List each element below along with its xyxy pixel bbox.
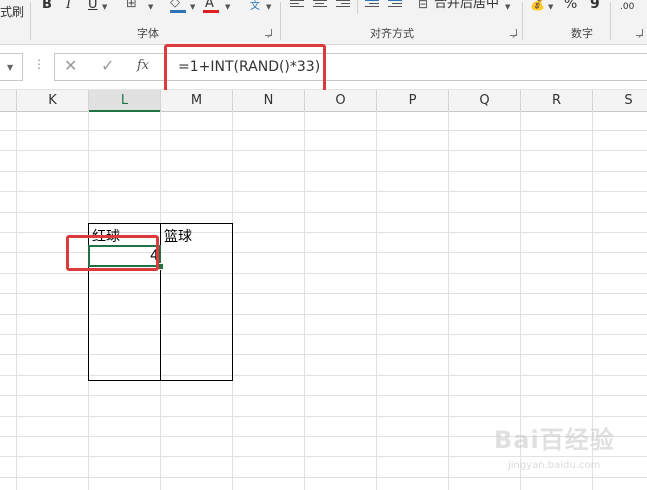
group-label-font: 字体 bbox=[137, 27, 159, 40]
enter-icon[interactable]: ✓ bbox=[101, 56, 114, 75]
column-header-q[interactable]: Q bbox=[449, 90, 521, 111]
grid-column-line bbox=[304, 111, 305, 490]
italic-button[interactable]: I bbox=[66, 0, 71, 13]
column-header-o[interactable]: O bbox=[305, 90, 377, 111]
ribbon-separator bbox=[30, 2, 31, 40]
column-headers: K L M N O P Q R S bbox=[0, 90, 647, 112]
chevron-down-icon[interactable]: ▼ bbox=[548, 0, 553, 15]
cell-annotation-box bbox=[66, 235, 159, 271]
column-header-l[interactable]: L bbox=[89, 90, 161, 112]
chevron-down-icon[interactable]: ▼ bbox=[266, 0, 271, 15]
number-dialog-launcher-icon[interactable] bbox=[636, 29, 643, 36]
grid-row-line bbox=[0, 191, 647, 192]
align-left-icon[interactable] bbox=[290, 0, 304, 12]
column-header-n[interactable]: N bbox=[233, 90, 305, 111]
cancel-icon[interactable]: ✕ bbox=[64, 56, 77, 75]
phonetic-guide-button[interactable]: 文 bbox=[250, 0, 260, 15]
chevron-down-icon[interactable]: ▼ bbox=[102, 0, 107, 15]
watermark-url: jingyan.baidu.com bbox=[508, 460, 601, 471]
ribbon: 式刷 B I U ▼ ⊞ ▼ ◇ ▼ A ▼ 文 ▼ 字体 ⊟ 合并后居中 ▼ … bbox=[0, 0, 647, 45]
percent-button[interactable]: % bbox=[564, 0, 577, 12]
format-painter-label[interactable]: 式刷 bbox=[0, 3, 24, 20]
formula-annotation-box bbox=[164, 44, 326, 94]
ribbon-separator bbox=[280, 2, 281, 40]
grid-row-line bbox=[0, 171, 647, 172]
name-box-dropdown[interactable]: ▼ bbox=[0, 53, 23, 81]
grid-column-line bbox=[448, 111, 449, 490]
ribbon-separator bbox=[522, 2, 523, 40]
align-right-icon[interactable] bbox=[336, 0, 350, 12]
column-header-r[interactable]: R bbox=[521, 90, 593, 111]
currency-icon[interactable]: 💰 bbox=[530, 0, 545, 12]
grid-row-line bbox=[0, 212, 647, 213]
increase-decimal-button[interactable]: .00 bbox=[620, 0, 634, 15]
baidu-watermark: Bai百经验 jingyan.baidu.com bbox=[490, 420, 640, 480]
underline-button[interactable]: U bbox=[88, 0, 98, 13]
alignment-dialog-launcher-icon[interactable] bbox=[510, 29, 517, 36]
merge-center-button[interactable]: 合并后居中 bbox=[434, 0, 499, 12]
grid-row-line bbox=[0, 416, 647, 417]
group-label-number: 数字 bbox=[571, 27, 593, 40]
grid-row-line bbox=[0, 130, 647, 131]
column-header-partial[interactable] bbox=[0, 90, 17, 111]
border-icon[interactable]: ⊞ bbox=[126, 0, 137, 12]
group-label-alignment: 对齐方式 bbox=[370, 27, 414, 40]
increase-indent-icon[interactable] bbox=[388, 0, 402, 12]
grid-row-line bbox=[0, 150, 647, 151]
chevron-down-icon[interactable]: ▼ bbox=[148, 0, 153, 15]
font-color-swatch bbox=[203, 10, 219, 13]
ribbon-separator bbox=[357, 0, 358, 14]
chevron-down-icon[interactable]: ▼ bbox=[190, 0, 195, 15]
grid-column-line bbox=[16, 111, 17, 490]
grid-column-line bbox=[376, 111, 377, 490]
chevron-down-icon: ▼ bbox=[7, 63, 14, 72]
column-header-s[interactable]: S bbox=[593, 90, 647, 111]
font-dialog-launcher-icon[interactable] bbox=[265, 29, 272, 36]
chevron-down-icon[interactable]: ▼ bbox=[225, 0, 230, 15]
drag-handle-icon[interactable]: ⋮ bbox=[33, 57, 45, 71]
chevron-down-icon[interactable]: ▼ bbox=[505, 0, 510, 15]
fill-color-swatch bbox=[170, 10, 186, 13]
decrease-indent-icon[interactable] bbox=[365, 0, 379, 12]
merge-center-icon[interactable]: ⊟ bbox=[418, 0, 428, 12]
insert-function-icon[interactable]: fx bbox=[137, 58, 149, 73]
cell-m11-blue-ball-header[interactable]: 篮球 bbox=[164, 226, 192, 246]
comma-style-button[interactable]: 9 bbox=[590, 0, 600, 12]
bold-button[interactable]: B bbox=[42, 0, 52, 13]
column-header-m[interactable]: M bbox=[161, 90, 233, 111]
column-header-k[interactable]: K bbox=[17, 90, 89, 111]
grid-row-line bbox=[0, 395, 647, 396]
align-center-icon[interactable] bbox=[313, 0, 327, 12]
ribbon-separator bbox=[610, 2, 611, 40]
column-header-p[interactable]: P bbox=[377, 90, 449, 111]
watermark-brand: Bai百经验 bbox=[494, 426, 615, 454]
